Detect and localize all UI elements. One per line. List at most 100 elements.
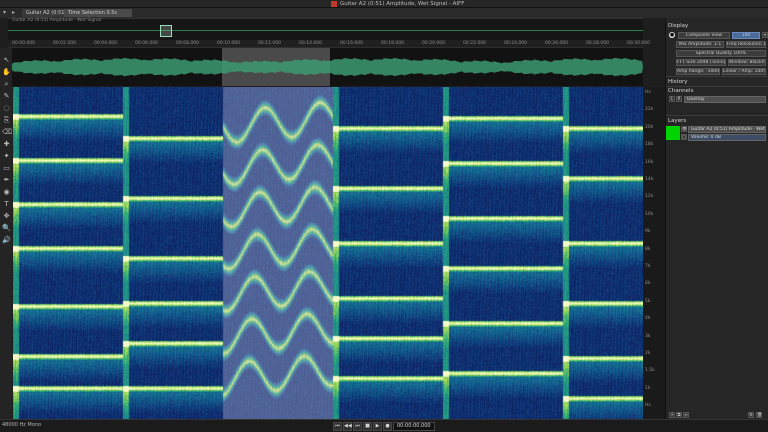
display-title: Display: [668, 23, 689, 29]
frequency-label: 9k: [645, 229, 651, 235]
stop-button[interactable]: ■: [363, 422, 372, 431]
waveform-view[interactable]: [12, 48, 643, 86]
layer-name[interactable]: Guitar A2 (0:51) Amplitude · Wet Signal: [688, 126, 766, 133]
tab-file[interactable]: Guitar A2 (0:51): [22, 9, 66, 17]
text-icon[interactable]: T: [2, 200, 11, 209]
wand-icon[interactable]: ✦: [2, 152, 11, 161]
channels-title: Channels: [668, 88, 694, 94]
frequency-label: 1.5k: [645, 368, 655, 374]
record-button[interactable]: ●: [383, 422, 392, 431]
frequency-label: 6k: [645, 281, 651, 287]
eraser-icon[interactable]: ⌫: [2, 128, 12, 137]
ruler-tick-label: 00:30.000: [627, 41, 650, 46]
ruler-tick-label: 00:04.000: [94, 41, 117, 46]
fft-size-setting[interactable]: FFT Size 2048 (Tuning): [676, 59, 726, 66]
overview-subtitle: Guitar A2 (0:51) Amplitude · Wet Signal: [12, 18, 102, 23]
frequency-axis[interactable]: Hz 22k 20k 18k 16k 14k 12k 10k 9k 8k 7k 6k 5k 4k 3k 2k 1…: [643, 87, 665, 419]
linear-amp-setting[interactable]: Linear / Amp: 100%: [722, 68, 766, 75]
brush-icon[interactable]: ✎: [2, 92, 11, 101]
frequency-label: 18k: [645, 142, 654, 148]
ruler-tick-label: 00:24.000: [504, 41, 527, 46]
lasso-icon[interactable]: ◌: [2, 104, 11, 113]
tab-selection[interactable]: Time Selection 0.5s: [64, 9, 132, 17]
layer-options-icon[interactable]: ≡: [683, 412, 689, 418]
hand-icon[interactable]: ✋: [2, 68, 11, 77]
speaker-icon[interactable]: 🔊: [2, 236, 11, 245]
ruler-tick-label: 00:18.000: [381, 41, 404, 46]
frequency-label: 16k: [645, 159, 654, 165]
frequency-label: Hz: [645, 403, 651, 409]
ruler-tick-label: 00:06.000: [135, 41, 158, 46]
frequency-label: 20k: [645, 124, 654, 130]
panel-divider: [666, 76, 768, 77]
ruler-tick-label: 00:14.000: [299, 41, 322, 46]
panel-divider: [666, 115, 768, 116]
ruler-tick-label: 00:00.000: [12, 41, 35, 46]
window-setting[interactable]: Window: Blackmn: [728, 59, 766, 66]
ruler-tick-label: 00:22.000: [463, 41, 486, 46]
spectral-quality-setting[interactable]: Spectral Quality 100%: [676, 50, 766, 57]
ruler-tick-label: 00:12.000: [258, 41, 281, 46]
display-mode-select[interactable]: Composite View: [678, 32, 730, 39]
back-button[interactable]: ◀◀: [343, 422, 352, 431]
freq-resolution-setting[interactable]: Freq Resolution 100: [726, 41, 766, 48]
frequency-label: 7k: [645, 264, 651, 269]
frequency-label: Hz: [645, 90, 651, 95]
frequency-label: 5k: [645, 298, 651, 304]
pan-icon[interactable]: ✥: [2, 212, 11, 221]
layer-volume[interactable]: Volume: 0 dB: [688, 134, 766, 141]
clone-icon[interactable]: ⎘: [2, 116, 11, 125]
ruler-tick-label: 00:28.000: [586, 41, 609, 46]
frequency-label: 22k: [645, 107, 654, 113]
ruler-tick-label: 00:16.000: [340, 41, 363, 46]
frequency-label: 4k: [645, 316, 651, 322]
ruler-tick-label: 00:26.000: [545, 41, 568, 46]
rewind-button[interactable]: ⏮: [333, 422, 342, 431]
pointer-icon[interactable]: ↖: [2, 56, 11, 65]
layer-visibility-icon[interactable]: 👁: [681, 126, 687, 132]
menu-icon[interactable]: ▾: [1, 9, 8, 16]
overview-waveform: [8, 30, 643, 31]
display-dropdown-icon[interactable]: ▾: [762, 32, 768, 38]
amplitude-setting[interactable]: Mix Amplitude: 1:1: [676, 41, 724, 48]
spot-icon[interactable]: ◉: [2, 188, 11, 197]
right-panel: Display ● Composite View 100 ▾ Mix Ampli…: [665, 18, 768, 419]
tab-bar: ▾ ▸ Guitar A2 (0:51) Time Selection 0.5s: [0, 8, 768, 18]
layer-settings-icon[interactable]: ⚙: [748, 412, 754, 418]
ruler-tick-label: 00:08.000: [176, 41, 199, 46]
layer-lock-icon[interactable]: ◻: [681, 134, 687, 140]
play-button[interactable]: ▶: [373, 422, 382, 431]
channel-right-toggle[interactable]: R: [676, 96, 682, 102]
transport-controls: ⏮ ◀◀ ⏭ ■ ▶ ● 00:00:00.000: [333, 422, 435, 431]
skip-button[interactable]: ⏭: [353, 422, 362, 431]
layers-title: Layers: [668, 118, 687, 124]
history-title[interactable]: History: [668, 79, 688, 85]
marquee-icon[interactable]: ▭: [2, 164, 11, 173]
overview-viewport-handle[interactable]: [160, 25, 172, 37]
title-bar: Guitar A2 (0:51) Amplitude, Wet Signal -…: [0, 0, 768, 8]
display-mode-value[interactable]: 100: [732, 32, 760, 39]
toolbar-toggle-icon[interactable]: ▸: [10, 9, 17, 16]
channel-mode-select[interactable]: Overlay: [684, 96, 766, 103]
frequency-label: 12k: [645, 194, 654, 200]
sample-rate-label: 48000 Hz Mono: [2, 422, 42, 428]
ruler-tick-label: 00:20.000: [422, 41, 445, 46]
display-mode-icon[interactable]: ●: [669, 32, 675, 38]
layer-color-swatch[interactable]: [666, 126, 680, 140]
duplicate-layer-icon[interactable]: ⧉: [676, 412, 682, 418]
frequency-label: 10k: [645, 211, 654, 217]
healing-icon[interactable]: ✚: [2, 140, 11, 149]
time-ruler[interactable]: 00:00.000 00:02.000 00:04.000 00:06.000 00:0…: [8, 40, 650, 48]
magnifier-icon[interactable]: 🔍: [2, 224, 11, 233]
dropper-icon[interactable]: ✒: [2, 176, 11, 185]
frequency-label: 1k: [645, 385, 651, 391]
frequency-label: 3k: [645, 333, 651, 339]
ruler-tick-label: 00:10.000: [217, 41, 240, 46]
zoom-icon[interactable]: ⌕: [2, 80, 11, 89]
add-layer-icon[interactable]: +: [669, 412, 675, 418]
status-bar: 48000 Hz Mono ⏮ ◀◀ ⏭ ■ ▶ ● 00:00:00.000: [0, 419, 768, 432]
spectrogram-view[interactable]: [13, 87, 643, 419]
amp-range-setting[interactable]: Amp Range: -100dB: [676, 68, 720, 75]
delete-layer-icon[interactable]: 🗑: [756, 412, 762, 418]
channel-left-toggle[interactable]: L: [669, 96, 675, 102]
